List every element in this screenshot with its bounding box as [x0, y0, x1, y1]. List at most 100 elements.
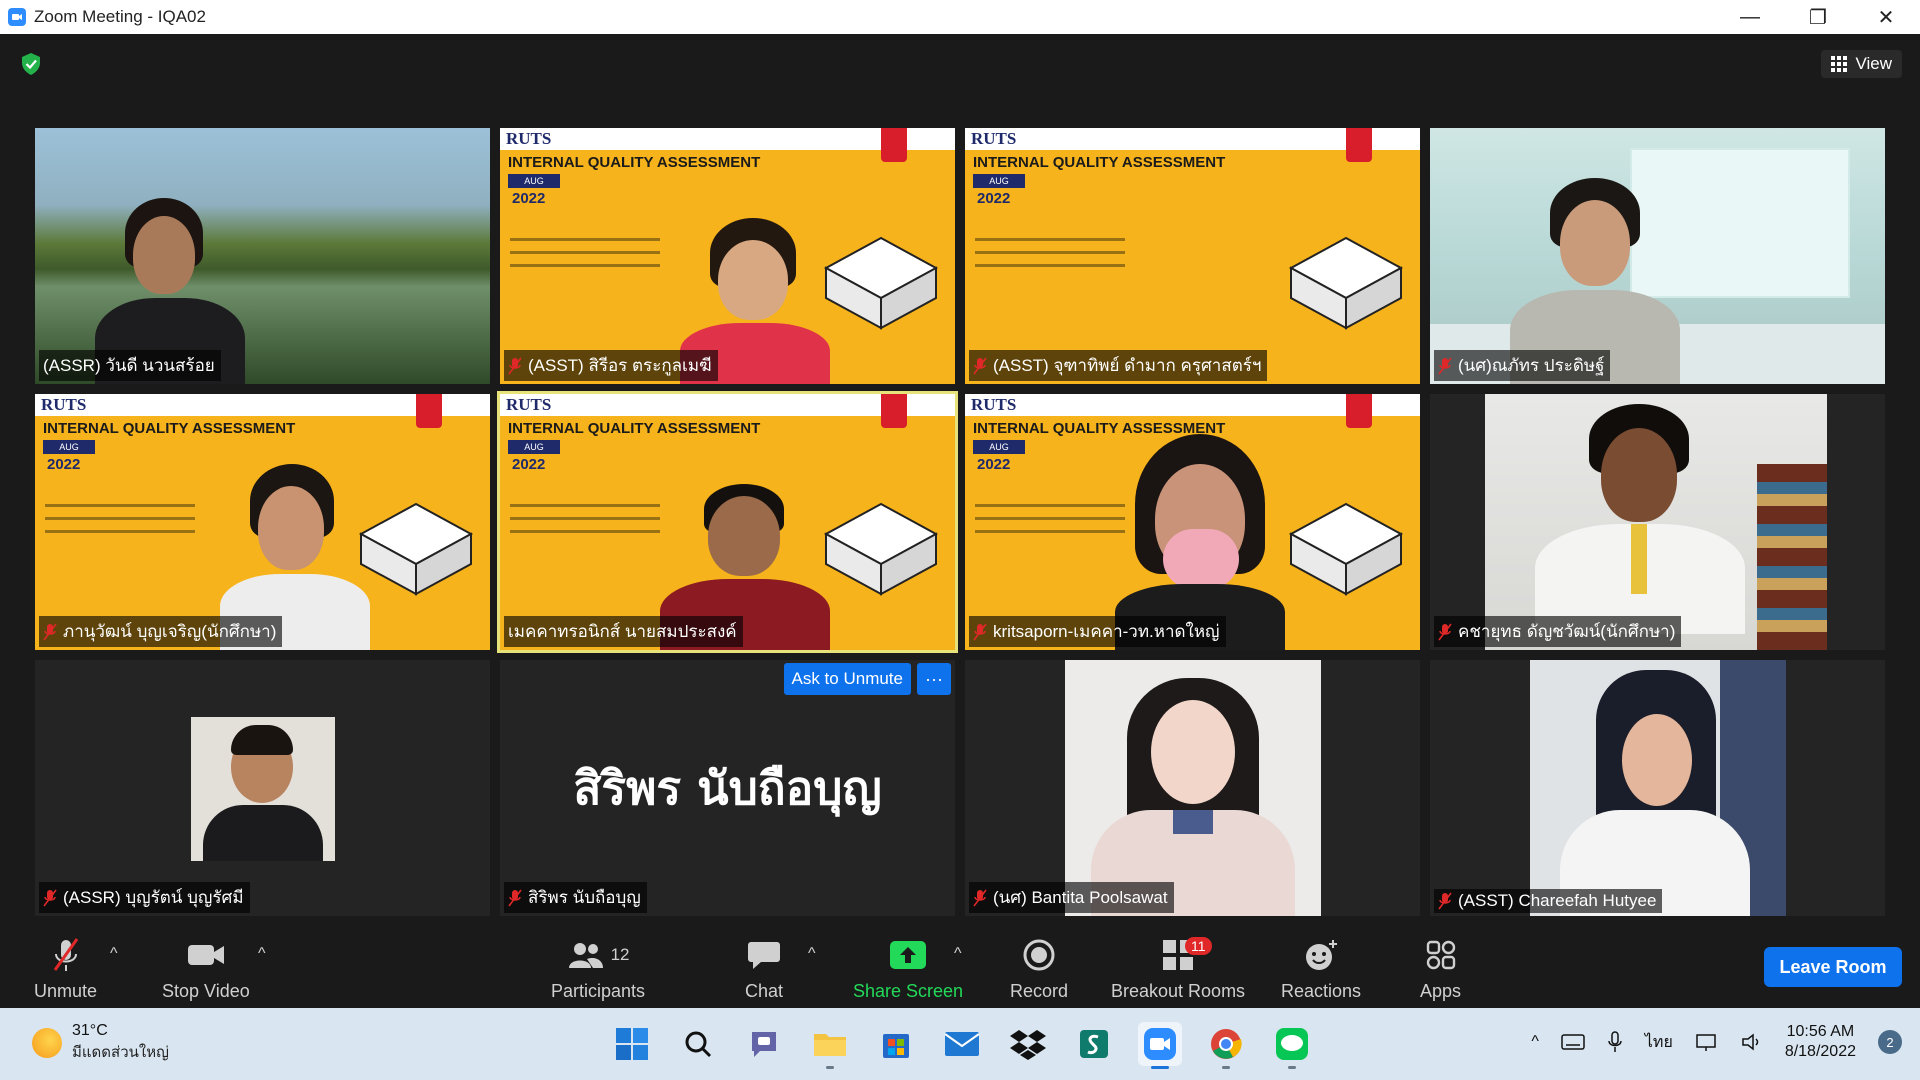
dropbox-taskbar-icon[interactable]	[1006, 1022, 1050, 1066]
participant-name-tag: kritsaporn-เมคคา-วท.หาดใหญ่	[969, 616, 1226, 647]
meeting-controls: Unmute ^ Stop Video ^ 12 Participants Ch…	[0, 925, 1920, 1008]
view-button[interactable]: View	[1821, 50, 1902, 78]
participant-tile[interactable]: (ASSR) บุญรัตน์ บุญรัศมี	[35, 660, 490, 916]
clock[interactable]: 10:56 AM 8/18/2022	[1785, 1022, 1856, 1062]
network-icon[interactable]	[1695, 1032, 1719, 1052]
participant-tile[interactable]: RUTS INTERNAL QUALITY ASSESSMENT AUG 202…	[965, 394, 1420, 650]
store-icon	[883, 1034, 909, 1058]
participant-name-tag: (ASSR) บุญรัตน์ บุญรัศมี	[39, 882, 250, 913]
virtual-background: RUTS INTERNAL QUALITY ASSESSMENT AUG 202…	[965, 128, 1420, 384]
microsoft-store-taskbar-icon[interactable]	[874, 1022, 918, 1066]
participant-tile[interactable]: RUTS INTERNAL QUALITY ASSESSMENT AUG 202…	[500, 128, 955, 384]
close-button[interactable]: ✕	[1852, 0, 1920, 34]
participant-name-tag: (นศ) Bantita Poolsawat	[969, 882, 1174, 913]
zoom-app-icon	[8, 8, 26, 26]
restore-button[interactable]: ❐	[1784, 0, 1852, 34]
participant-tile[interactable]: คชายุทธ ดัญชวัฒน์(นักศึกษา)	[1430, 394, 1885, 650]
participant-tile[interactable]: RUTS INTERNAL QUALITY ASSESSMENT AUG 202…	[35, 394, 490, 650]
sway-taskbar-icon[interactable]	[1072, 1022, 1116, 1066]
chat-options-caret[interactable]: ^	[808, 945, 816, 963]
muted-mic-icon	[508, 889, 522, 906]
muted-mic-icon	[43, 889, 57, 906]
start-button[interactable]	[610, 1022, 654, 1066]
participants-button[interactable]: 12 Participants	[551, 935, 645, 1002]
profile-picture	[191, 717, 335, 861]
share-screen-button[interactable]: Share Screen	[853, 935, 963, 1002]
participant-tile[interactable]: (ASST) Chareefah Hutyee	[1430, 660, 1885, 916]
meeting-area: View (ASSR) วันดี นวนสร้อย RUTS INTERNAL…	[0, 34, 1920, 925]
leave-room-button[interactable]: Leave Room	[1764, 947, 1902, 987]
dropbox-icon	[1010, 1030, 1046, 1060]
encryption-shield-icon[interactable]	[20, 52, 42, 76]
chrome-icon	[1211, 1029, 1242, 1059]
more-options-button[interactable]: ···	[917, 663, 951, 695]
teams-chat-taskbar-icon[interactable]	[742, 1022, 786, 1066]
windows-logo-icon	[616, 1028, 648, 1060]
muted-mic-icon	[1438, 357, 1452, 374]
mail-icon	[944, 1032, 980, 1056]
video-gallery: (ASSR) วันดี นวนสร้อย RUTS INTERNAL QUAL…	[35, 128, 1885, 918]
chrome-taskbar-icon[interactable]	[1204, 1022, 1248, 1069]
reactions-button[interactable]: Reactions	[1281, 935, 1361, 1002]
participant-tile[interactable]: สิริพร นับถือบุญ Ask to Unmute ··· สิริพ…	[500, 660, 955, 916]
video-options-caret[interactable]: ^	[258, 945, 266, 963]
participant-tile[interactable]: (ASSR) วันดี นวนสร้อย	[35, 128, 490, 384]
video-camera-icon	[187, 945, 224, 965]
profile-picture	[1065, 660, 1321, 916]
participant-name-tag: (นศ)ณภัทร ประดิษฐ์	[1434, 350, 1611, 381]
sun-icon	[32, 1028, 62, 1058]
profile-picture	[1530, 660, 1786, 916]
apps-icon	[1426, 940, 1455, 970]
minimize-button[interactable]: —	[1716, 0, 1784, 34]
view-label: View	[1855, 54, 1892, 73]
participant-name-tag: คชายุทธ ดัญชวัฒน์(นักศึกษา)	[1434, 616, 1682, 647]
stop-video-button[interactable]: Stop Video	[162, 935, 250, 1002]
audio-options-caret[interactable]: ^	[110, 945, 118, 963]
apps-button[interactable]: Apps	[1420, 935, 1461, 1002]
volume-icon[interactable]	[1741, 1032, 1763, 1052]
show-hidden-icons-chevron-icon[interactable]: ^	[1531, 1033, 1539, 1051]
line-taskbar-icon[interactable]	[1270, 1022, 1314, 1069]
unmute-button[interactable]: Unmute	[34, 935, 97, 1002]
participant-tile[interactable]: (นศ)ณภัทร ประดิษฐ์	[1430, 128, 1885, 384]
muted-mic-icon	[53, 938, 78, 971]
participants-icon	[568, 943, 603, 968]
microphone-icon[interactable]	[1607, 1031, 1623, 1053]
smiley-plus-icon	[1306, 940, 1338, 970]
zoom-icon	[1144, 1028, 1176, 1060]
participant-tile[interactable]: RUTS INTERNAL QUALITY ASSESSMENT AUG 202…	[965, 128, 1420, 384]
line-chat-icon	[1276, 1028, 1308, 1060]
muted-mic-icon	[973, 889, 987, 906]
muted-mic-icon	[1438, 623, 1452, 640]
weather-condition: มีแดดส่วนใหญ่	[72, 1044, 169, 1061]
file-explorer-taskbar-icon[interactable]	[808, 1022, 852, 1069]
record-button[interactable]: Record	[1010, 935, 1068, 1002]
weather-widget[interactable]: 31°C มีแดดส่วนใหญ่	[32, 1022, 169, 1064]
keyboard-icon[interactable]	[1561, 1033, 1585, 1051]
search-icon	[685, 1031, 712, 1058]
chat-button[interactable]: Chat	[745, 935, 783, 1002]
zoom-taskbar-icon[interactable]	[1138, 1022, 1182, 1069]
mail-taskbar-icon[interactable]	[940, 1022, 984, 1066]
folder-icon	[814, 1034, 846, 1056]
participant-name-tag: ภานุวัฒน์ บุญเจริญ(นักศึกษา)	[39, 616, 283, 647]
chat-icon	[748, 942, 781, 969]
share-options-caret[interactable]: ^	[954, 945, 962, 963]
record-icon	[1023, 939, 1055, 971]
participant-display-name: สิริพร นับถือบุญ	[573, 760, 882, 815]
muted-mic-icon	[508, 357, 522, 374]
participants-count: 12	[610, 945, 630, 964]
muted-mic-icon	[973, 623, 987, 640]
participant-name-tag: (ASST) สิรีอร ตระกูลเมฆี	[504, 350, 718, 381]
breakout-rooms-badge: 11	[1185, 937, 1212, 955]
ask-to-unmute-button[interactable]: Ask to Unmute	[783, 663, 911, 695]
muted-mic-icon	[973, 357, 987, 374]
notification-badge[interactable]: 2	[1878, 1030, 1902, 1054]
participant-tile[interactable]: (นศ) Bantita Poolsawat	[965, 660, 1420, 916]
active-speaker-tile[interactable]: RUTS INTERNAL QUALITY ASSESSMENT AUG 202…	[497, 391, 958, 653]
input-language[interactable]: ไทย	[1645, 1030, 1673, 1055]
breakout-rooms-button[interactable]: 11 Breakout Rooms	[1111, 935, 1245, 1002]
window-titlebar: Zoom Meeting - IQA02 — ❐ ✕	[0, 0, 1920, 34]
search-button[interactable]	[676, 1022, 720, 1066]
window-title: Zoom Meeting - IQA02	[34, 7, 206, 26]
